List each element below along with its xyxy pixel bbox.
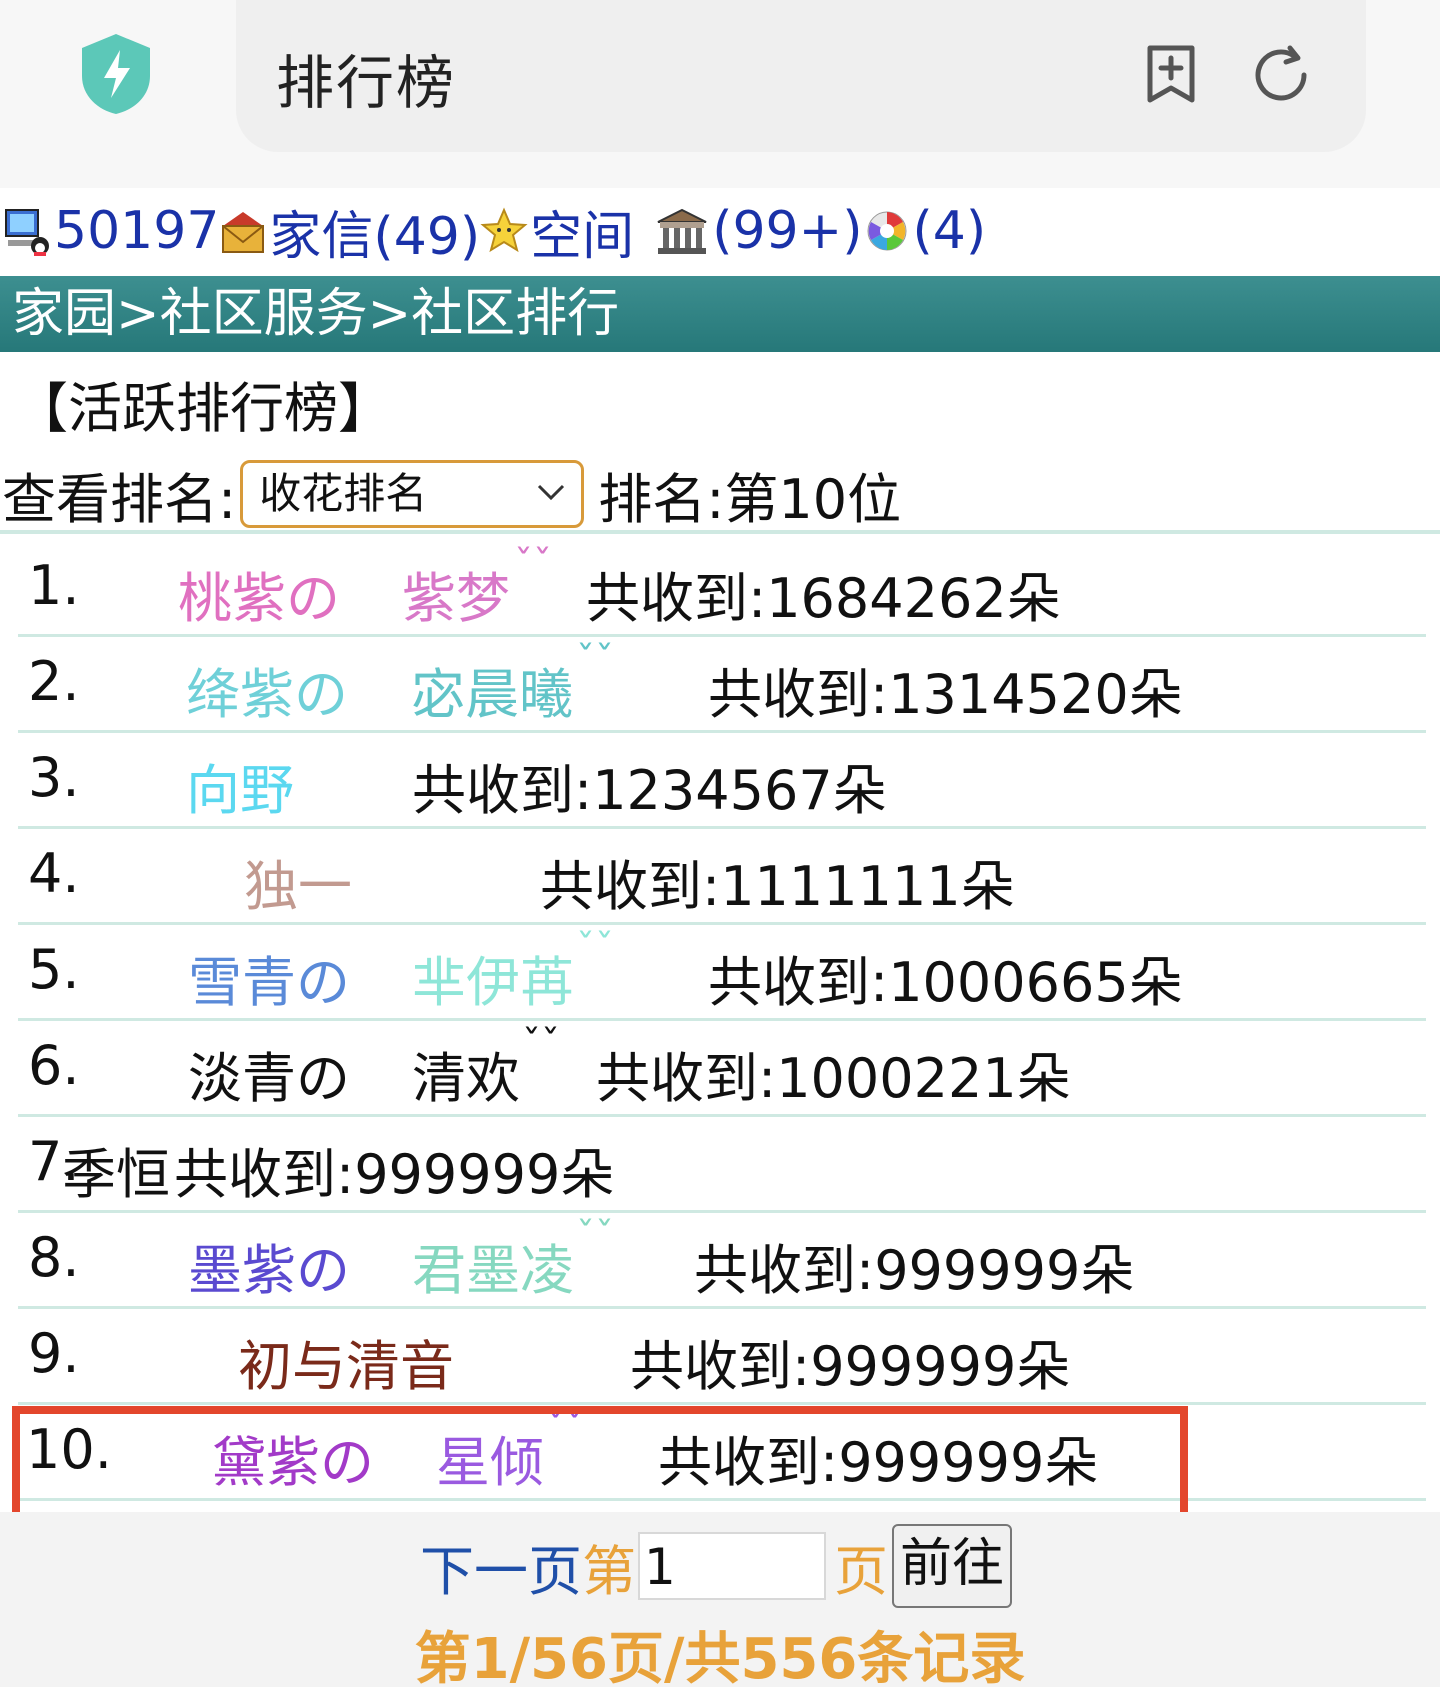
browser-toolbar: 排行榜 — [0, 0, 1440, 188]
flower-total: 共收到:1684262朵 — [586, 567, 1061, 630]
bookmark-add-icon[interactable] — [1142, 42, 1200, 106]
computer-qq-icon[interactable] — [4, 206, 52, 256]
breadcrumb[interactable]: 家园>社区服务>社区排行 — [0, 276, 1440, 352]
user-name-b[interactable]: 清欢 — [412, 1034, 520, 1113]
next-page-link[interactable]: 下一页 — [420, 1527, 582, 1606]
user-name-b[interactable]: 君墨凌 — [412, 1226, 574, 1305]
user-name-a[interactable]: 初与清音 — [238, 1322, 454, 1401]
mail-icon[interactable] — [219, 206, 267, 256]
user-name-a[interactable]: 雪青の — [188, 938, 350, 1017]
flower-total: 共收到:999999朵 — [630, 1335, 1071, 1398]
star-icon[interactable] — [480, 206, 528, 256]
rank-number: 6. — [28, 1034, 80, 1097]
table-row: 7. 季恒 共收到:999999朵 — [18, 1116, 1426, 1213]
page-prefix: 第 — [582, 1539, 636, 1603]
table-row: 4. 独一 共收到:1111111朵 — [18, 828, 1426, 925]
table-row: 8. 墨紫の 君墨凌 ˇˇ 共收到:999999朵 — [18, 1212, 1426, 1309]
flower-total: 共收到:999999朵 — [694, 1239, 1135, 1302]
page-number-input[interactable]: 1 — [638, 1532, 826, 1600]
pagination-footer: 下一页 第 1 页 前往 第1/56页/共556条记录 — [0, 1512, 1440, 1692]
divider — [0, 530, 1440, 534]
user-name-a[interactable]: 墨紫の — [188, 1226, 350, 1305]
game-wheel-icon[interactable] — [863, 206, 911, 256]
user-name-a[interactable]: 独一 — [244, 842, 352, 921]
bank-count[interactable]: (99+) — [712, 201, 862, 261]
rank-number: 5. — [28, 938, 80, 1001]
highlight-box — [12, 1406, 1188, 1522]
user-name-b[interactable]: 紫梦 — [402, 554, 510, 633]
ranking-type-value: 收花排名 — [259, 469, 428, 518]
refresh-icon[interactable] — [1250, 44, 1312, 106]
name-mark: ˇˇ — [576, 638, 614, 682]
name-mark: ˇˇ — [522, 1022, 560, 1066]
table-row: 9. 初与清音 共收到:999999朵 — [18, 1308, 1426, 1405]
user-name-a[interactable]: 季恒 — [62, 1130, 170, 1209]
table-row: 6. 淡青の 清欢 ˇˇ 共收到:1000221朵 — [18, 1020, 1426, 1117]
chevron-down-icon — [538, 484, 565, 501]
table-row: 5. 雪青の 芈伊苒 ˇˇ 共收到:1000665朵 — [18, 924, 1426, 1021]
user-name-a[interactable]: 向野 — [186, 746, 294, 825]
view-ranking-row: 查看排名: 收花排名 排名:第10位 — [2, 456, 901, 532]
name-mark: ˇˇ — [576, 926, 614, 970]
user-name-a[interactable]: 绛紫の — [186, 650, 348, 729]
view-ranking-label: 查看排名: — [2, 467, 237, 531]
ranking-type-select[interactable]: 收花排名 — [240, 460, 585, 528]
my-rank: 排名:第10位 — [598, 467, 902, 531]
page-suffix: 页 — [834, 1539, 888, 1603]
game-count[interactable]: (4) — [913, 201, 987, 261]
space-link[interactable]: 空间 — [530, 194, 634, 269]
name-mark: ˇˇ — [514, 542, 552, 586]
flower-total: 共收到:1000221朵 — [596, 1047, 1071, 1110]
table-row: 3. 向野 共收到:1234567朵 — [18, 732, 1426, 829]
flower-total: 共收到:1234567朵 — [412, 759, 887, 822]
table-row: 1. 桃紫の 紫梦 ˇˇ 共收到:1684262朵 — [18, 540, 1426, 637]
table-row: 2. 绛紫の 宓晨曦 ˇˇ 共收到:1314520朵 — [18, 636, 1426, 733]
rank-number: 3. — [28, 746, 80, 809]
rank-number: 4. — [28, 842, 80, 905]
flower-total: 共收到:1000665朵 — [708, 951, 1183, 1014]
rank-number: 9. — [28, 1322, 80, 1385]
user-name-b[interactable]: 宓晨曦 — [411, 650, 573, 729]
user-name-a[interactable]: 淡青の — [188, 1034, 350, 1113]
pager: 下一页 第 1 页 前往 — [420, 1524, 1013, 1608]
flower-total: 共收到:1111111朵 — [540, 855, 1015, 918]
go-button[interactable]: 前往 — [892, 1524, 1013, 1608]
user-id-link[interactable]: 50197 — [54, 201, 219, 261]
user-name-a[interactable]: 桃紫の — [178, 554, 340, 633]
bank-icon[interactable] — [654, 206, 710, 256]
shield-bolt-icon[interactable] — [78, 32, 154, 116]
ranking-heading: 【活跃排行榜】 — [14, 377, 392, 440]
flower-total: 共收到:1314520朵 — [708, 663, 1183, 726]
rank-number: 8. — [28, 1226, 80, 1289]
mail-link[interactable]: 家信(49) — [269, 194, 480, 269]
page-title: 排行榜 — [276, 49, 457, 117]
flower-total: 共收到:999999朵 — [174, 1143, 615, 1206]
rank-number: 1. — [28, 554, 80, 617]
rank-number: 2. — [28, 650, 80, 713]
address-bar[interactable]: 排行榜 — [236, 0, 1366, 152]
name-mark: ˇˇ — [576, 1214, 614, 1258]
user-name-b[interactable]: 芈伊苒 — [412, 938, 574, 1017]
page-summary: 第1/56页/共556条记录 — [414, 1627, 1026, 1692]
user-status-bar: 50197 家信(49) 空间 (99+) (4) — [4, 194, 987, 269]
